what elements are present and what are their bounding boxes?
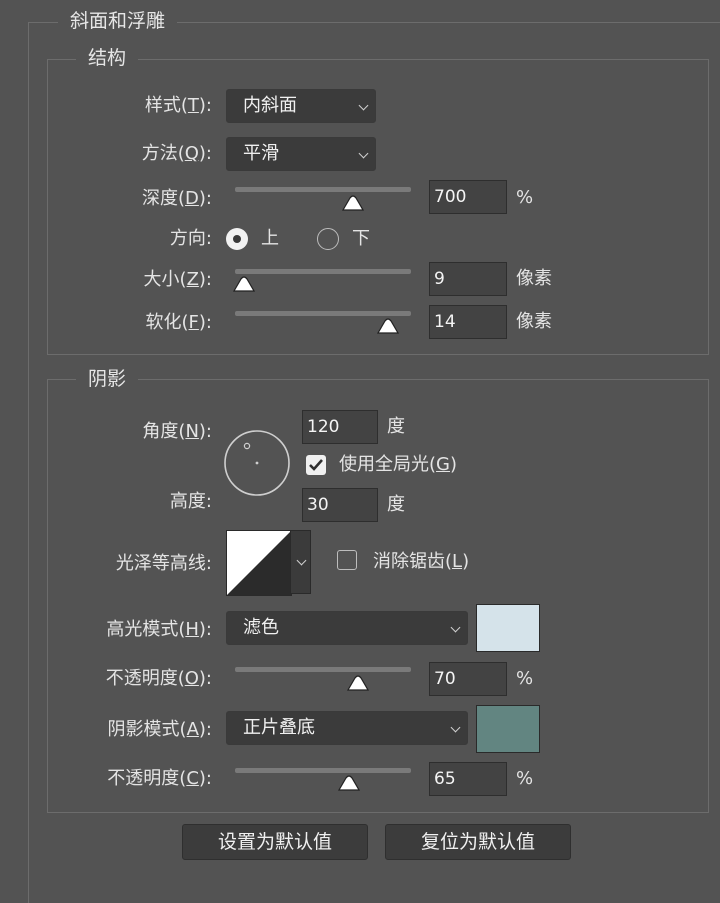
anti-aliased-checkbox[interactable] [337, 550, 357, 570]
shadow-mode-dropdown[interactable]: 正片叠底 [226, 711, 468, 745]
direction-label: 方向: [169, 228, 212, 249]
slider-thumb-icon [377, 318, 400, 334]
style-dropdown[interactable]: 内斜面 [226, 89, 376, 123]
contour-preview-icon [227, 531, 291, 595]
checkmark-icon [309, 459, 323, 471]
structure-title: 结构 [76, 46, 139, 70]
shadow-opacity-slider-thumb[interactable] [338, 775, 361, 791]
technique-dropdown[interactable]: 平滑 [226, 137, 376, 171]
direction-up-label[interactable]: 上 [261, 227, 279, 251]
angle-input[interactable]: 120 [302, 410, 378, 444]
slider-thumb-icon [341, 195, 364, 211]
depth-input[interactable]: 700 [429, 180, 507, 214]
depth-slider-thumb[interactable] [341, 195, 364, 211]
anti-aliased-label[interactable]: 消除锯齿(L) [373, 550, 469, 574]
size-slider-thumb[interactable] [232, 276, 255, 292]
technique-label: 方法(Q): [141, 143, 212, 164]
angle-dial[interactable] [223, 429, 291, 497]
highlight-opacity-label: 不透明度(O): [105, 668, 212, 689]
chevron-down-icon [358, 100, 369, 111]
chevron-down-icon [358, 148, 369, 159]
chevron-down-icon [450, 722, 461, 733]
size-input[interactable]: 9 [429, 262, 507, 296]
angle-dial-icon [224, 430, 290, 496]
altitude-label: 高度: [169, 491, 212, 512]
highlight-opacity-slider-track[interactable] [235, 667, 411, 672]
make-default-button[interactable]: 设置为默认值 [182, 824, 368, 860]
direction-down-label[interactable]: 下 [352, 227, 370, 251]
group-title: 斜面和浮雕 [58, 9, 178, 33]
angle-unit: 度 [387, 416, 405, 437]
altitude-unit: 度 [387, 494, 405, 515]
slider-thumb-icon [338, 775, 361, 791]
highlight-opacity-unit: % [516, 668, 534, 689]
shadow-color-swatch[interactable] [476, 705, 540, 753]
chevron-down-icon [296, 555, 307, 566]
size-label: 大小(Z): [143, 269, 212, 290]
slider-thumb-icon [232, 276, 255, 292]
shading-group [47, 379, 709, 813]
size-unit: 像素 [516, 268, 552, 289]
highlight-mode-label: 高光模式(H): [106, 619, 212, 640]
reset-default-button[interactable]: 复位为默认值 [385, 824, 571, 860]
depth-slider-track[interactable] [235, 187, 411, 192]
angle-label: 角度(N): [142, 421, 212, 442]
altitude-input[interactable]: 30 [302, 488, 378, 522]
soften-input[interactable]: 14 [429, 305, 507, 339]
style-value: 内斜面 [243, 95, 297, 116]
shadow-opacity-unit: % [516, 768, 534, 789]
gloss-contour-picker[interactable] [226, 530, 292, 596]
highlight-opacity-slider-thumb[interactable] [347, 675, 370, 691]
global-light-label[interactable]: 使用全局光(G) [339, 453, 457, 477]
soften-slider-thumb[interactable] [377, 318, 400, 334]
direction-down-radio[interactable] [317, 228, 339, 250]
shadow-opacity-slider-track[interactable] [235, 768, 411, 773]
direction-up-radio[interactable] [226, 228, 248, 250]
soften-slider-track[interactable] [235, 311, 411, 316]
soften-label: 软化(F): [145, 312, 212, 333]
highlight-color-swatch[interactable] [476, 604, 540, 652]
size-slider-track[interactable] [235, 269, 411, 274]
gloss-contour-dropdown[interactable] [290, 530, 311, 594]
style-label: 样式(T): [144, 95, 212, 116]
shadow-mode-value: 正片叠底 [243, 717, 315, 738]
global-light-checkbox[interactable] [306, 455, 326, 475]
shadow-mode-label: 阴影模式(A): [107, 719, 212, 740]
highlight-opacity-input[interactable]: 70 [429, 662, 507, 696]
depth-unit: % [516, 187, 534, 208]
shadow-opacity-label: 不透明度(C): [107, 768, 212, 789]
gloss-contour-label: 光泽等高线: [115, 553, 212, 574]
soften-unit: 像素 [516, 311, 552, 332]
highlight-mode-dropdown[interactable]: 滤色 [226, 611, 468, 645]
shading-title: 阴影 [76, 367, 139, 391]
slider-thumb-icon [347, 675, 370, 691]
chevron-down-icon [450, 622, 461, 633]
highlight-mode-value: 滤色 [243, 617, 279, 638]
technique-value: 平滑 [243, 143, 279, 164]
depth-label: 深度(D): [142, 188, 212, 209]
shadow-opacity-input[interactable]: 65 [429, 762, 507, 796]
